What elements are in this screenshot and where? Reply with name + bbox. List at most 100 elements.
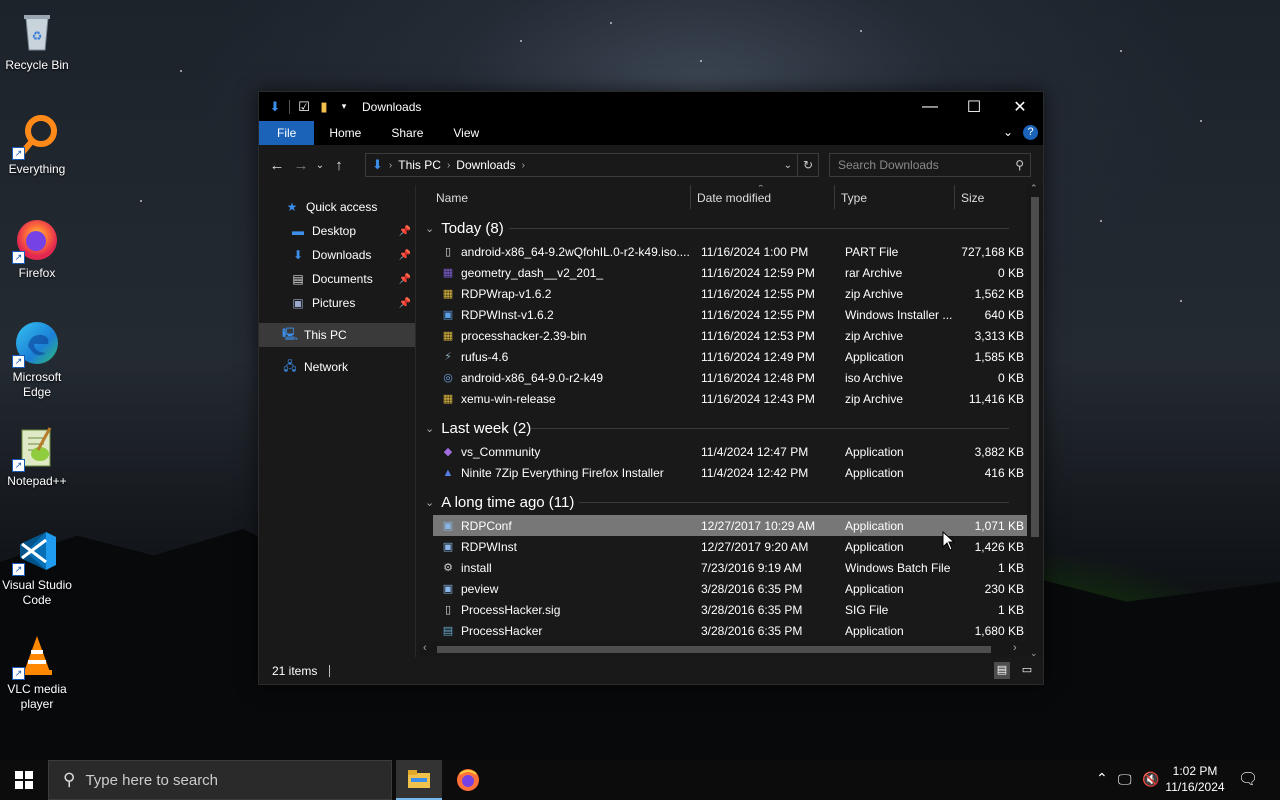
file-row[interactable]: ▣ RDPWInst 12/27/2017 9:20 AM Application 1,… bbox=[433, 536, 1027, 557]
address-bar[interactable]: ⬇ › This PC › Downloads › ⌄ ↻ bbox=[365, 153, 819, 177]
item-count: 21 items bbox=[272, 664, 318, 678]
file-row[interactable]: ▦ geometry_dash__v2_201_ 11/16/2024 12:59 … bbox=[433, 262, 1027, 283]
recent-locations-icon[interactable]: ⌄ bbox=[313, 160, 327, 171]
help-icon[interactable]: ? bbox=[1023, 125, 1038, 140]
scroll-right-icon[interactable]: › bbox=[1013, 642, 1017, 654]
scroll-left-icon[interactable]: ‹ bbox=[423, 642, 427, 654]
tab-share[interactable]: Share bbox=[376, 121, 438, 145]
nav-desktop[interactable]: ▬ Desktop 📌 bbox=[259, 219, 415, 243]
file-icon: ▯ bbox=[444, 604, 452, 616]
file-row[interactable]: ▦ xemu-win-release 11/16/2024 12:43 PM zip … bbox=[433, 388, 1027, 409]
desktop-icon-everything[interactable]: ↗ Everything bbox=[0, 112, 74, 177]
nav-documents[interactable]: ▤ Documents 📌 bbox=[259, 267, 415, 291]
back-button[interactable]: ← bbox=[265, 157, 289, 174]
file-row[interactable]: ▲ Ninite 7Zip Everything Firefox Installe… bbox=[433, 462, 1027, 483]
taskbar-firefox[interactable] bbox=[446, 760, 490, 800]
desktop-icon-recycle-bin[interactable]: ♻ Recycle Bin bbox=[0, 8, 74, 73]
vertical-scrollbar[interactable]: ⌃ ⌄ bbox=[1027, 183, 1043, 658]
large-icons-view-icon[interactable]: ▭ bbox=[1019, 662, 1035, 679]
notifications-icon[interactable]: 🗨 bbox=[1238, 769, 1258, 789]
file-name: geometry_dash__v2_201_ bbox=[461, 266, 604, 280]
properties-icon[interactable]: ☑ bbox=[294, 99, 314, 115]
search-input[interactable]: Search Downloads ⚲ bbox=[829, 153, 1031, 177]
file-row[interactable]: ◎ android-x86_64-9.0-r2-k49 11/16/2024 12:… bbox=[433, 367, 1027, 388]
file-row[interactable]: ▣ RDPConf 12/27/2017 10:29 AM Application 1,… bbox=[433, 515, 1027, 536]
breadcrumb-downloads[interactable]: Downloads bbox=[456, 158, 515, 172]
column-type[interactable]: Type bbox=[841, 191, 867, 205]
file-row[interactable]: ▯ ProcessHacker.sig 3/28/2016 6:35 PM SIG F… bbox=[433, 599, 1027, 620]
horizontal-scrollbar[interactable]: ‹ › bbox=[419, 641, 1027, 657]
file-name: ProcessHacker bbox=[461, 624, 543, 638]
horizontal-scroll-thumb[interactable] bbox=[437, 646, 991, 653]
clock[interactable]: 1:02 PM 11/16/2024 bbox=[1164, 763, 1226, 795]
desktop-icon-notepadpp[interactable]: ↗ Notepad++ bbox=[0, 424, 74, 489]
show-hidden-icons-icon[interactable]: ⌃ bbox=[1096, 770, 1108, 787]
nav-this-pc[interactable]: 🖳 This PC bbox=[259, 323, 415, 347]
nav-downloads[interactable]: ⬇ Downloads 📌 bbox=[259, 243, 415, 267]
file-size: 11,416 KB bbox=[968, 392, 1024, 406]
tab-view[interactable]: View bbox=[438, 121, 494, 145]
expand-ribbon-icon[interactable]: ⌄ bbox=[1003, 125, 1013, 139]
desktop-icon-firefox[interactable]: ↗ Firefox bbox=[0, 216, 74, 281]
file-row[interactable]: ▤ ProcessHacker 3/28/2016 6:35 PM Applicati… bbox=[433, 620, 1027, 641]
file-date: 11/16/2024 12:48 PM bbox=[701, 371, 815, 385]
column-size[interactable]: Size bbox=[961, 191, 984, 205]
file-row[interactable]: ▯ android-x86_64-9.2wQfohIL.0-r2-k49.iso.… bbox=[433, 241, 1027, 262]
file-size: 1 KB bbox=[997, 561, 1024, 575]
file-row[interactable]: ▣ RDPWInst-v1.6.2 11/16/2024 12:55 PM Windo… bbox=[433, 304, 1027, 325]
mouse-cursor-icon bbox=[942, 531, 956, 551]
desktop-icon-vscode[interactable]: ↗ Visual Studio Code bbox=[0, 528, 74, 608]
nav-pictures[interactable]: ▣ Pictures 📌 bbox=[259, 291, 415, 315]
recycle-bin-icon: ♻ bbox=[14, 8, 60, 54]
close-button[interactable]: ✕ bbox=[997, 92, 1043, 121]
collapse-chevron-icon[interactable]: ⌄ bbox=[425, 496, 434, 509]
start-button[interactable] bbox=[0, 760, 48, 800]
title-bar[interactable]: ⬇ ☑ ▮ ▾ Downloads — ☐ ✕ bbox=[259, 92, 1043, 121]
file-date: 3/28/2016 6:35 PM bbox=[701, 603, 803, 617]
tab-home[interactable]: Home bbox=[314, 121, 376, 145]
address-dropdown-icon[interactable]: ⌄ bbox=[784, 160, 792, 171]
file-row[interactable]: ▦ RDPWrap-v1.6.2 11/16/2024 12:55 PM zip Ar… bbox=[433, 283, 1027, 304]
file-type: zip Archive bbox=[845, 392, 904, 406]
taskbar-search-input[interactable]: ⚲ Type here to search bbox=[48, 760, 392, 800]
breadcrumb-this-pc[interactable]: This PC bbox=[398, 158, 441, 172]
maximize-button[interactable]: ☐ bbox=[951, 92, 997, 121]
collapse-chevron-icon[interactable]: ⌄ bbox=[425, 222, 434, 235]
network-status-icon[interactable]: 🖵 bbox=[1118, 771, 1132, 788]
svg-text:♻: ♻ bbox=[32, 29, 43, 43]
group-header[interactable]: ⌄ Today (8) bbox=[419, 217, 504, 239]
download-arrow-icon: ⬇ bbox=[372, 157, 383, 172]
new-folder-icon[interactable]: ▮ bbox=[314, 99, 334, 115]
firefox-icon: ↗ bbox=[12, 216, 60, 264]
taskbar-file-explorer[interactable] bbox=[396, 760, 442, 800]
file-type: Windows Installer ... bbox=[845, 308, 953, 322]
tab-file[interactable]: File bbox=[259, 121, 315, 145]
file-row[interactable]: ⚡ rufus-4.6 11/16/2024 12:49 PM Application… bbox=[433, 346, 1027, 367]
group-header[interactable]: ⌄ A long time ago (11) bbox=[419, 491, 574, 513]
file-row[interactable]: ▣ peview 3/28/2016 6:35 PM Application 230 K… bbox=[433, 578, 1027, 599]
minimize-button[interactable]: — bbox=[907, 92, 953, 121]
desktop-icon-vlc[interactable]: ↗ VLC media player bbox=[0, 632, 74, 712]
up-button[interactable]: ↑ bbox=[327, 157, 351, 174]
scroll-up-icon[interactable]: ⌃ bbox=[1030, 183, 1038, 194]
file-row[interactable]: ⚙ install 7/23/2016 9:19 AM Windows Batch F… bbox=[433, 557, 1027, 578]
file-row[interactable]: ◆ vs_Community 11/4/2024 12:47 PM Applicati… bbox=[433, 441, 1027, 462]
refresh-icon[interactable]: ↻ bbox=[797, 154, 818, 176]
quick-toolbar-dropdown-icon[interactable]: ▾ bbox=[334, 101, 354, 112]
forward-button[interactable]: → bbox=[289, 157, 313, 174]
details-view-icon[interactable]: ▤ bbox=[994, 662, 1010, 679]
group-header[interactable]: ⌄ Last week (2) bbox=[419, 417, 531, 439]
file-row[interactable]: ▦ processhacker-2.39-bin 11/16/2024 12:53 … bbox=[433, 325, 1027, 346]
nav-network[interactable]: 🖧 Network bbox=[259, 355, 415, 379]
file-name: Ninite 7Zip Everything Firefox Installer bbox=[461, 466, 664, 480]
file-date: 3/28/2016 6:35 PM bbox=[701, 582, 803, 596]
file-icon: ▯ bbox=[444, 246, 452, 258]
column-name[interactable]: Name bbox=[436, 191, 468, 205]
desktop-icon-edge[interactable]: ↗ Microsoft Edge bbox=[0, 320, 74, 400]
file-name: android-x86_64-9.2wQfohIL.0-r2-k49.iso..… bbox=[461, 245, 689, 259]
file-name: processhacker-2.39-bin bbox=[461, 329, 587, 343]
nav-quick-access[interactable]: ★ Quick access bbox=[259, 195, 415, 219]
volume-muted-icon[interactable]: 🔇 bbox=[1142, 771, 1159, 788]
vertical-scroll-thumb[interactable] bbox=[1031, 197, 1039, 537]
collapse-chevron-icon[interactable]: ⌄ bbox=[425, 422, 434, 435]
